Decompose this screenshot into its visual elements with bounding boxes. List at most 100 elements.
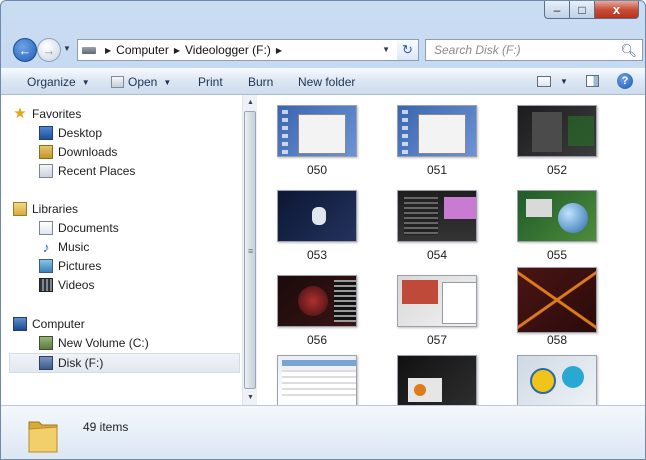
file-name: 056 xyxy=(306,333,328,347)
burn-button[interactable]: Burn xyxy=(248,75,273,89)
folder-icon xyxy=(28,421,58,453)
minimize-icon: – xyxy=(553,2,561,17)
search-icon[interactable]: 🔍︎ xyxy=(620,43,637,59)
scrollbar-thumb[interactable]: ≡ xyxy=(244,111,256,389)
refresh-icon: ↻ xyxy=(402,42,413,57)
chevron-right-icon[interactable]: ▶ xyxy=(105,46,111,55)
sidebar-item-disk-f[interactable]: Disk (F:) xyxy=(39,354,103,372)
back-arrow-icon: ← xyxy=(18,42,32,58)
file-thumbnail xyxy=(397,190,477,242)
file-thumbnail xyxy=(277,190,357,242)
file-name: 054 xyxy=(426,248,448,262)
open-icon xyxy=(111,76,124,88)
sidebar-item-downloads[interactable]: Downloads xyxy=(39,143,117,161)
sidebar-item-label: Libraries xyxy=(32,202,79,216)
chevron-down-icon: ▼ xyxy=(81,77,90,87)
file-item[interactable]: 057 xyxy=(397,275,487,353)
scroll-down-icon[interactable]: ▼ xyxy=(243,391,258,405)
forward-button[interactable]: → xyxy=(37,38,61,62)
help-button[interactable]: ? xyxy=(617,73,633,89)
drive-icon xyxy=(82,46,96,54)
file-item[interactable]: 054 xyxy=(397,190,487,268)
file-item[interactable]: 056 xyxy=(277,275,367,353)
recent-pages-dropdown[interactable]: ▼ xyxy=(63,44,71,53)
file-thumbnail xyxy=(517,105,597,157)
sidebar-item-pictures[interactable]: Pictures xyxy=(39,257,101,275)
window-controls: – □ x xyxy=(544,1,639,21)
chevron-right-icon[interactable]: ▶ xyxy=(276,46,282,55)
breadcrumb-computer[interactable]: Computer xyxy=(116,43,169,57)
sidebar-item-label: Downloads xyxy=(58,145,118,159)
file-thumbnail xyxy=(397,105,477,157)
new-folder-label: New folder xyxy=(298,75,356,89)
sidebar-item-label: Recent Places xyxy=(58,164,136,178)
desktop-icon xyxy=(39,126,53,140)
sidebar-item-label: Desktop xyxy=(58,126,103,140)
sidebar-item-label: Disk (F:) xyxy=(58,356,104,370)
file-name: 055 xyxy=(546,248,568,262)
print-label: Print xyxy=(198,75,223,89)
command-bar: Organize ▼ Open ▼ Print Burn New folder ▼ … xyxy=(1,68,645,95)
organize-label: Organize xyxy=(27,75,76,89)
file-item[interactable] xyxy=(277,355,367,405)
forward-arrow-icon: → xyxy=(42,42,56,58)
search-input[interactable] xyxy=(432,42,616,58)
sidebar-item-new-volume-c[interactable]: New Volume (C:) xyxy=(39,334,149,352)
sidebar-item-recent-places[interactable]: Recent Places xyxy=(39,162,135,180)
file-item[interactable]: 055 xyxy=(517,190,607,268)
chevron-right-icon[interactable]: ▶ xyxy=(174,46,180,55)
details-pane: 49 items xyxy=(1,405,645,459)
file-item[interactable]: 050 xyxy=(277,105,367,183)
file-thumbnail xyxy=(517,190,597,242)
file-item[interactable]: 052 xyxy=(517,105,607,183)
sidebar-computer[interactable]: Computer xyxy=(13,315,85,333)
new-folder-button[interactable]: New folder xyxy=(298,75,355,89)
file-item[interactable] xyxy=(517,355,607,405)
file-thumbnail xyxy=(517,355,597,405)
navigation-pane: ★ Favorites Desktop Downloads Recent Plac… xyxy=(1,95,242,405)
open-button[interactable]: Open ▼ xyxy=(111,75,171,89)
sidebar-item-desktop[interactable]: Desktop xyxy=(39,124,102,142)
drive-icon xyxy=(39,336,53,350)
videos-icon xyxy=(39,278,53,292)
burn-label: Burn xyxy=(248,75,274,89)
address-dropdown-icon[interactable]: ▼ xyxy=(382,45,390,54)
maximize-button[interactable]: □ xyxy=(570,1,595,19)
scroll-up-icon[interactable]: ▲ xyxy=(243,96,258,110)
close-button[interactable]: x xyxy=(595,1,639,19)
file-item[interactable]: 058 xyxy=(517,267,607,353)
change-view-button[interactable]: ▼ xyxy=(537,76,568,87)
print-button[interactable]: Print xyxy=(198,75,223,89)
close-icon: x xyxy=(612,2,621,17)
sidebar-favorites[interactable]: ★ Favorites xyxy=(13,105,81,123)
file-thumbnail xyxy=(277,275,357,327)
explorer-window: – □ x ← → ▼ ▶ Computer ▶ Videologger (F:… xyxy=(0,0,646,460)
file-item[interactable] xyxy=(397,355,487,405)
navigation-pane-scrollbar[interactable]: ▲ ≡ ▼ xyxy=(242,95,257,405)
file-thumbnail xyxy=(277,105,357,157)
sidebar-libraries[interactable]: Libraries xyxy=(13,200,78,218)
sidebar-item-videos[interactable]: Videos xyxy=(39,276,94,294)
back-button[interactable]: ← xyxy=(13,38,37,62)
chevron-down-icon: ▼ xyxy=(163,77,172,87)
preview-pane-button[interactable] xyxy=(586,75,599,87)
address-bar[interactable]: ▶ Computer ▶ Videologger (F:) ▶ ▼ xyxy=(77,39,413,61)
file-name: 058 xyxy=(546,333,568,347)
search-box[interactable]: 🔍︎ xyxy=(425,39,643,61)
recent-places-icon xyxy=(39,164,53,178)
sidebar-item-label: New Volume (C:) xyxy=(58,336,149,350)
sidebar-item-music[interactable]: ♪ Music xyxy=(39,238,90,256)
minimize-button[interactable]: – xyxy=(544,1,570,19)
help-icon: ? xyxy=(617,73,633,89)
drive-icon xyxy=(39,356,53,370)
organize-button[interactable]: Organize ▼ xyxy=(27,75,90,89)
breadcrumb-drive[interactable]: Videologger (F:) xyxy=(185,43,271,57)
pictures-icon xyxy=(39,259,53,273)
sidebar-item-documents[interactable]: Documents xyxy=(39,219,119,237)
documents-icon xyxy=(39,221,53,235)
file-item[interactable]: 053 xyxy=(277,190,367,268)
file-item[interactable]: 051 xyxy=(397,105,487,183)
grip-icon: ≡ xyxy=(248,246,254,256)
refresh-button[interactable]: ↻ xyxy=(397,39,419,61)
sidebar-item-label: Computer xyxy=(32,317,85,331)
